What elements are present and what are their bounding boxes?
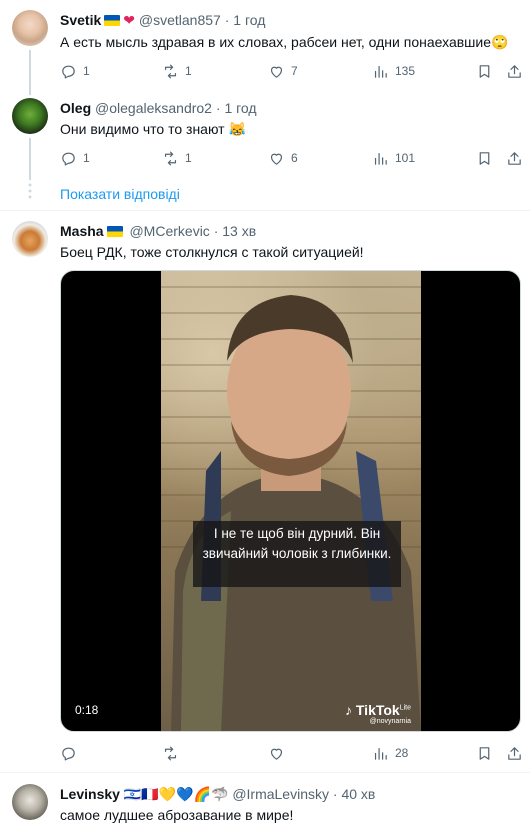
ukraine-flag-icon — [104, 15, 121, 26]
like-icon — [270, 748, 283, 760]
reply-icon — [62, 65, 75, 78]
views-icon — [374, 152, 387, 165]
meta-separator: · — [332, 786, 338, 802]
reply-count: 1 — [83, 151, 90, 165]
reply-button[interactable]: 1 — [60, 147, 90, 169]
like-count: 7 — [291, 64, 298, 78]
person-figure — [171, 295, 421, 731]
avatar[interactable] — [12, 98, 48, 134]
action-bar: 1 1 7 135 — [60, 60, 523, 82]
repost-icon — [164, 746, 177, 760]
reply-icon — [62, 747, 75, 760]
share-icon — [508, 64, 521, 78]
avatar[interactable] — [12, 10, 48, 46]
tiktok-brand: TikTok — [355, 702, 400, 718]
tiktok-brand-sub: Lite — [399, 704, 411, 712]
video-caption: І не те щоб він дурний. Він звичайний чо… — [193, 521, 401, 587]
name-emojis: 🇮🇱🇫🇷💛💙🌈🦈 — [123, 786, 229, 802]
handle[interactable]: @MCerkevic — [129, 223, 209, 239]
video-duration: 0:18 — [75, 703, 99, 717]
tweet-header: Svetik ❤ @svetlan857 · 1 год — [60, 12, 265, 29]
views-icon — [374, 65, 387, 78]
display-name[interactable]: Levinsky — [60, 786, 120, 802]
views-icon — [374, 747, 387, 760]
bookmark-button[interactable] — [476, 742, 493, 764]
share-button[interactable] — [506, 742, 523, 764]
reply-count: 1 — [83, 64, 90, 78]
heart-emoji-icon: ❤ — [123, 12, 135, 28]
share-button[interactable] — [506, 147, 523, 169]
share-button[interactable] — [506, 60, 523, 82]
like-button[interactable] — [268, 742, 291, 764]
tiktok-logo-icon: ♪ — [344, 702, 352, 718]
views-button[interactable]: 101 — [372, 147, 415, 169]
timestamp[interactable]: 40 хв — [341, 786, 375, 802]
meta-separator: · — [213, 223, 219, 239]
tweet-text: самое лудшее аброзавание в мире! — [60, 807, 294, 823]
views-button[interactable]: 28 — [372, 742, 408, 764]
display-name[interactable]: Oleg — [60, 100, 91, 116]
tweet-text: Боец РДК, тоже столкнулся с такой ситуац… — [60, 244, 364, 260]
views-button[interactable]: 135 — [372, 60, 415, 82]
like-button[interactable]: 7 — [268, 60, 298, 82]
avatar[interactable] — [12, 221, 48, 257]
display-name[interactable]: Masha — [60, 223, 104, 239]
views-count: 28 — [395, 746, 409, 760]
ukraine-flag-icon — [106, 226, 123, 237]
tweet-oleg[interactable]: Oleg @olegaleksandro2 · 1 год Они видимо… — [0, 90, 530, 180]
thread-line — [29, 138, 31, 180]
views-count: 101 — [395, 151, 416, 165]
like-icon — [270, 153, 283, 165]
reply-icon — [62, 152, 75, 165]
repost-icon — [164, 64, 177, 78]
bookmark-button[interactable] — [476, 60, 493, 82]
handle[interactable]: @olegaleksandro2 — [95, 100, 212, 116]
tweet-levinsky[interactable]: Levinsky 🇮🇱🇫🇷💛💙🌈🦈 @IrmaLevinsky · 40 хв … — [0, 773, 530, 827]
action-bar: 1 1 6 101 — [60, 147, 523, 169]
repost-count: 1 — [185, 151, 192, 165]
bookmark-icon — [479, 151, 490, 165]
like-count: 6 — [291, 151, 298, 165]
tweet-text: Они видимо что то знают 😹 — [60, 121, 246, 137]
repost-icon — [164, 151, 177, 165]
tweet-svetik[interactable]: Svetik ❤ @svetlan857 · 1 год А есть мысль… — [0, 0, 530, 95]
bookmark-button[interactable] — [476, 147, 493, 169]
action-bar: 28 — [60, 742, 523, 764]
timestamp[interactable]: 1 год — [224, 100, 256, 116]
meta-separator: · — [224, 12, 230, 28]
like-icon — [270, 66, 283, 78]
timestamp[interactable]: 13 хв — [222, 223, 256, 239]
tweet-header: Levinsky 🇮🇱🇫🇷💛💙🌈🦈 @IrmaLevinsky · 40 хв — [60, 786, 375, 803]
show-replies-link[interactable]: Показати відповіді — [60, 186, 180, 202]
tiktok-account: @novynarnia — [369, 718, 411, 725]
bookmark-icon — [479, 746, 490, 760]
reply-button[interactable]: 1 — [60, 60, 90, 82]
bookmark-icon — [479, 64, 490, 78]
reply-button[interactable] — [60, 742, 83, 764]
views-count: 135 — [395, 64, 416, 78]
handle[interactable]: @svetlan857 — [139, 12, 221, 28]
video-player[interactable]: І не те щоб він дурний. Він звичайний чо… — [60, 270, 521, 732]
tweet-header: Masha @MCerkevic · 13 хв — [60, 223, 256, 239]
repost-count: 1 — [185, 64, 192, 78]
tweet-text: А есть мысль здравая в их словах, рабсеи… — [60, 34, 509, 50]
thread-dots — [28, 182, 32, 200]
tiktok-watermark: ♪ TikTokLite @novynarnia — [345, 702, 411, 725]
display-name[interactable]: Svetik — [60, 12, 101, 28]
meta-separator: · — [215, 100, 221, 116]
repost-button[interactable] — [162, 742, 185, 764]
share-icon — [508, 151, 521, 165]
avatar[interactable] — [12, 784, 48, 820]
video-frame: І не те щоб він дурний. Він звичайний чо… — [161, 271, 421, 731]
repost-button[interactable]: 1 — [162, 60, 192, 82]
thread-line — [29, 50, 31, 95]
timestamp[interactable]: 1 год — [233, 12, 265, 28]
handle[interactable]: @IrmaLevinsky — [232, 786, 329, 802]
tweet-header: Oleg @olegaleksandro2 · 1 год — [60, 100, 257, 116]
share-icon — [508, 746, 521, 760]
repost-button[interactable]: 1 — [162, 147, 192, 169]
like-button[interactable]: 6 — [268, 147, 298, 169]
